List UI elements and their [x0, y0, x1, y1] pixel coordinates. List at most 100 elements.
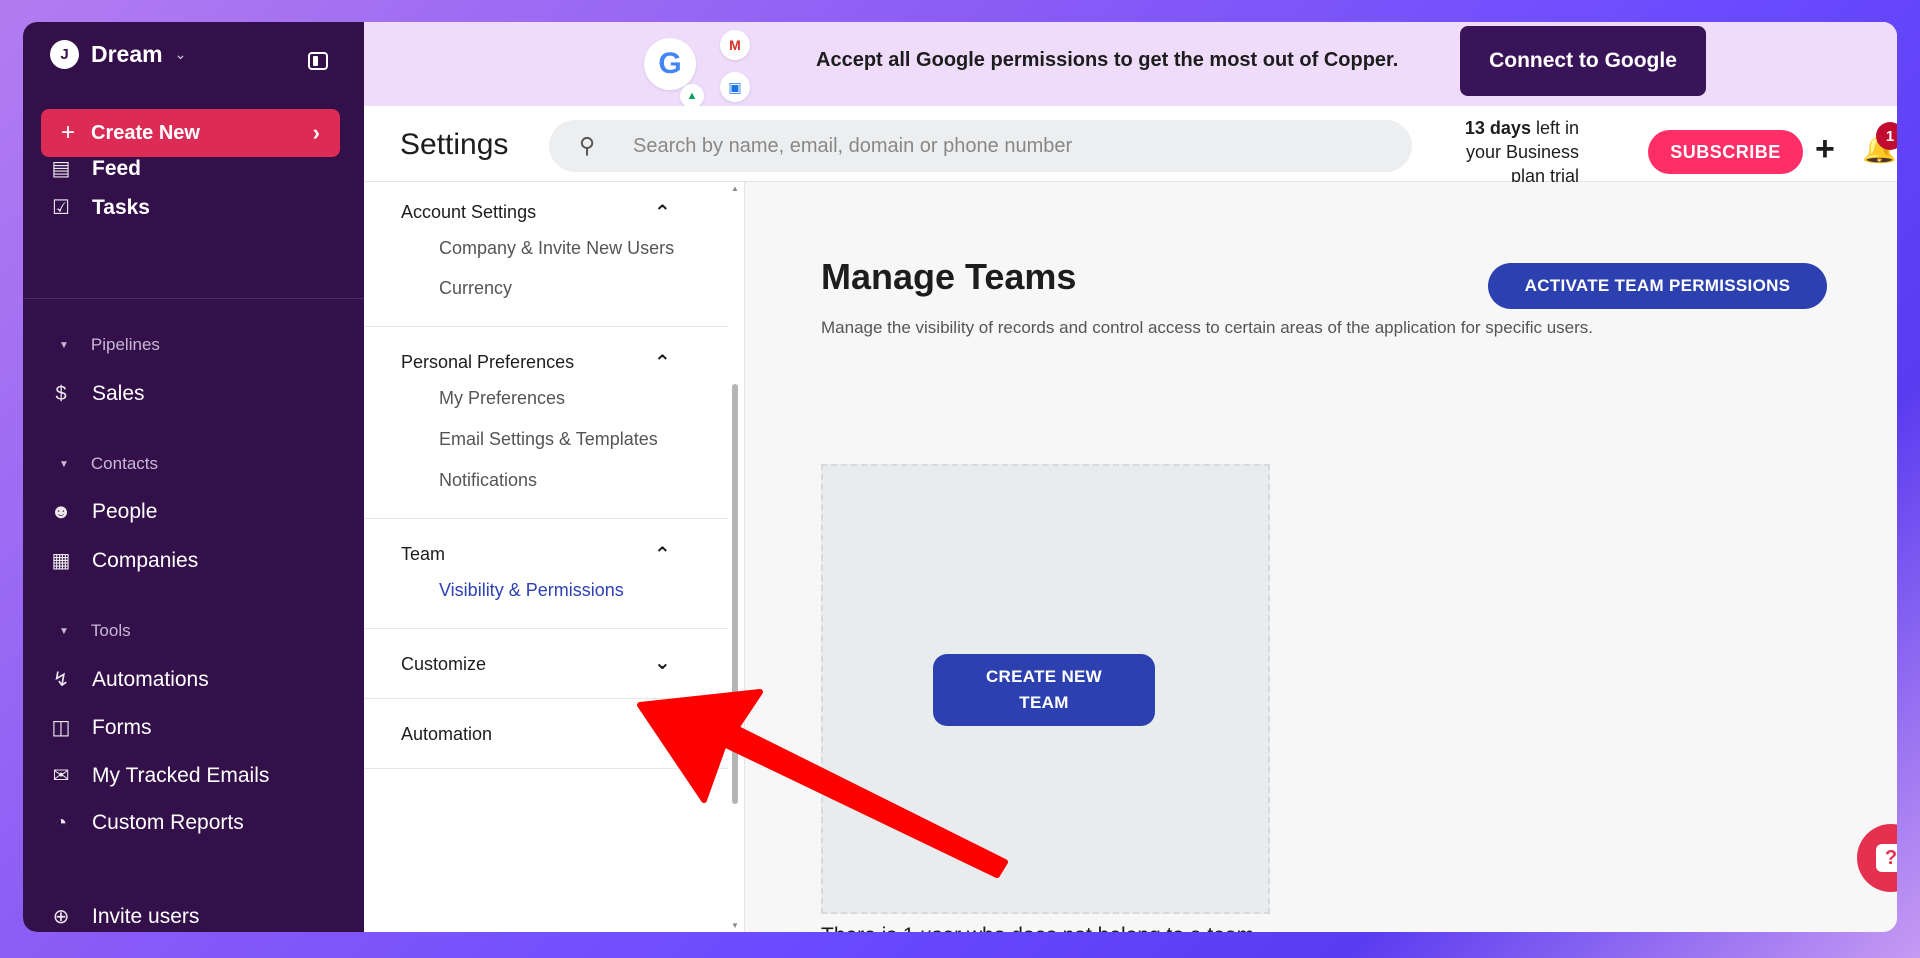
settings-item-my-preferences[interactable]: My Preferences	[439, 388, 565, 409]
activate-team-permissions-button[interactable]: ACTIVATE TEAM PERMISSIONS	[1488, 263, 1827, 309]
sidebar-item-sales[interactable]: $ Sales	[50, 382, 145, 406]
workspace-avatar: J	[50, 40, 79, 69]
trial-days: 13 days	[1464, 118, 1531, 138]
chevron-up-icon[interactable]: ⌃	[654, 200, 671, 225]
help-chat-button[interactable]: ?	[1857, 824, 1897, 892]
settings-nav: Account Settings ⌃ Company & Invite New …	[364, 182, 745, 932]
settings-group-account[interactable]: Account Settings	[401, 202, 536, 223]
gmail-icon: M	[720, 30, 750, 60]
sidebar-item-automations[interactable]: ↯ Automations	[50, 667, 209, 692]
pie-chart-icon: ◔	[54, 811, 68, 834]
chevron-up-icon[interactable]: ⌃	[654, 350, 671, 375]
left-sidebar: J Dream ⌄ + Create New › ▤ Feed ☑ Tasks …	[23, 22, 364, 932]
caret-down-icon: ▼	[59, 458, 69, 470]
sidebar-section-contacts[interactable]: ▼ Contacts	[59, 454, 158, 474]
mail-icon: ✉	[52, 765, 70, 787]
dollar-icon: $	[55, 382, 67, 405]
google-icon: G	[644, 38, 696, 90]
sidebar-item-custom-reports[interactable]: ◔ Custom Reports	[50, 811, 244, 835]
trial-line-2: your Business	[1465, 142, 1579, 162]
person-icon: ☻	[50, 500, 72, 523]
settings-item-notifications[interactable]: Notifications	[439, 470, 537, 491]
divider	[364, 628, 728, 629]
subscribe-button[interactable]: SUBSCRIBE	[1648, 130, 1803, 174]
drive-icon: ▲	[680, 84, 704, 108]
sidebar-item-label: Companies	[92, 548, 199, 572]
create-team-label-2: TEAM	[1019, 693, 1069, 712]
top-header: Settings ⚲ 13 days left in your Business…	[364, 106, 1897, 186]
settings-group-automation[interactable]: Automation	[401, 724, 492, 745]
divider	[364, 326, 728, 327]
sidebar-item-tasks[interactable]: ☑ Tasks	[50, 195, 150, 220]
scroll-thumb[interactable]	[732, 384, 738, 804]
sidebar-item-invite-users[interactable]: ⊕ Invite users	[50, 904, 200, 929]
caret-down-icon: ▼	[59, 625, 69, 637]
settings-group-team[interactable]: Team	[401, 544, 445, 565]
lightning-icon: ↯	[52, 669, 70, 691]
section-title: Manage Teams	[821, 256, 1077, 297]
settings-item-company-invite[interactable]: Company & Invite New Users	[439, 238, 674, 259]
sidebar-collapse-icon[interactable]	[308, 52, 328, 70]
connect-to-google-button[interactable]: Connect to Google	[1460, 26, 1706, 96]
create-new-team-button[interactable]: CREATE NEW TEAM	[933, 654, 1155, 726]
scroll-up-icon[interactable]: ▲	[731, 184, 739, 193]
unassigned-users-text: There is 1 user who does not belong to a…	[821, 924, 1260, 932]
notification-badge: 1	[1876, 122, 1897, 150]
create-team-label-1: CREATE NEW	[985, 667, 1102, 686]
create-new-button[interactable]: + Create New ›	[41, 109, 340, 157]
section-label: Contacts	[90, 454, 158, 473]
sidebar-item-label: Tasks	[92, 195, 150, 219]
create-new-label: Create New	[91, 121, 200, 144]
sidebar-section-pipelines[interactable]: ▼ Pipelines	[59, 335, 160, 355]
section-label: Tools	[90, 621, 131, 640]
settings-item-visibility-permissions[interactable]: Visibility & Permissions	[439, 580, 624, 601]
manage-teams-panel: Manage Teams Manage the visibility of re…	[745, 182, 1897, 932]
scroll-down-icon[interactable]: ▼	[731, 921, 739, 930]
help-icon: ?	[1876, 844, 1897, 872]
building-icon: ▦	[51, 550, 71, 572]
section-label: Pipelines	[90, 335, 160, 354]
trial-line-1: 13 days left in	[1424, 116, 1579, 140]
sidebar-item-label: Invite users	[92, 904, 200, 928]
sidebar-item-label: Forms	[92, 715, 152, 739]
trial-status: 13 days left in your Business plan trial	[1424, 116, 1579, 188]
divider	[364, 698, 728, 699]
workspace-name: Dream	[91, 41, 163, 67]
sidebar-item-companies[interactable]: ▦ Companies	[50, 548, 199, 573]
workspace-switcher[interactable]: J Dream ⌄	[50, 40, 186, 69]
settings-group-personal[interactable]: Personal Preferences	[401, 352, 574, 373]
sidebar-item-label: Feed	[92, 156, 142, 180]
sidebar-section-tools[interactable]: ▼ Tools	[59, 621, 131, 641]
divider	[364, 768, 728, 769]
google-apps-illustration: G M ▣ ▲	[624, 28, 764, 108]
caret-down-icon: ▼	[59, 339, 69, 351]
sidebar-item-label: Automations	[92, 667, 209, 691]
tasks-icon: ☑	[52, 197, 70, 219]
chevron-down-icon[interactable]: ⌄	[654, 720, 671, 745]
banner-message: Accept all Google permissions to get the…	[816, 49, 1399, 71]
sidebar-item-label: Custom Reports	[92, 811, 244, 834]
plus-icon: +	[61, 119, 76, 146]
chevron-up-icon[interactable]: ⌃	[654, 542, 671, 567]
sidebar-item-people[interactable]: ☻ People	[50, 500, 157, 524]
chevron-down-icon[interactable]: ⌄	[654, 650, 671, 675]
search-bar[interactable]: ⚲	[549, 120, 1412, 172]
google-permissions-banner: G M ▣ ▲ Accept all Google permissions to…	[364, 22, 1897, 108]
settings-item-email-settings[interactable]: Email Settings & Templates	[439, 429, 658, 450]
search-input[interactable]	[633, 134, 1353, 158]
app-window: J Dream ⌄ + Create New › ▤ Feed ☑ Tasks …	[23, 22, 1897, 932]
plus-circle-icon: ⊕	[52, 906, 70, 928]
new-team-card: CREATE NEW TEAM	[821, 464, 1270, 914]
sidebar-item-label: Sales	[92, 382, 145, 405]
sidebar-item-forms[interactable]: ◫ Forms	[50, 715, 152, 740]
settings-group-customize[interactable]: Customize	[401, 654, 486, 675]
sidebar-item-feed[interactable]: ▤ Feed	[50, 156, 141, 181]
feed-icon: ▤	[51, 158, 71, 180]
chevron-right-icon: ›	[312, 120, 320, 145]
clipboard-icon: ◫	[51, 717, 71, 739]
sidebar-item-tracked-emails[interactable]: ✉ My Tracked Emails	[50, 763, 270, 788]
section-description: Manage the visibility of records and con…	[821, 318, 1593, 337]
add-icon[interactable]: +	[1815, 130, 1835, 169]
settings-item-currency[interactable]: Currency	[439, 278, 512, 299]
settings-nav-scrollbar[interactable]: ▲ ▼	[728, 182, 742, 932]
